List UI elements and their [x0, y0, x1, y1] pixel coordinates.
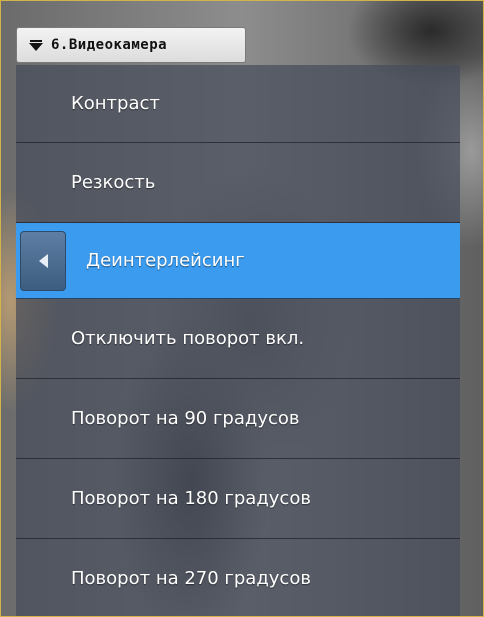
menu-item-label: Отключить поворот вкл.	[71, 328, 305, 349]
camera-view: 6.Видеокамера Контраст Резкость Деинтерл…	[0, 0, 484, 617]
menu-item-label: Резкость	[71, 172, 156, 193]
camera-selector-label: 6.Видеокамера	[51, 37, 168, 53]
menu-item-label: Контраст	[71, 93, 160, 114]
menu-item-sharpness[interactable]: Резкость	[16, 143, 460, 223]
menu-item-label: Поворот на 180 градусов	[71, 488, 311, 509]
camera-selector-button[interactable]: 6.Видеокамера	[16, 27, 246, 63]
menu-item-label: Поворот на 270 градусов	[71, 568, 311, 589]
menu-item-label: Поворот на 90 градусов	[71, 408, 300, 429]
menu-item-deinterlacing[interactable]: Деинтерлейсинг	[16, 223, 460, 299]
camera-context-menu: Контраст Резкость Деинтерлейсинг Отключи…	[16, 65, 460, 616]
menu-item-label: Деинтерлейсинг	[86, 250, 245, 271]
menu-item-rotate-90[interactable]: Поворот на 90 градусов	[16, 379, 460, 459]
menu-item-contrast[interactable]: Контраст	[16, 65, 460, 143]
chevron-left-icon	[38, 253, 48, 268]
menu-item-rotate-180[interactable]: Поворот на 180 градусов	[16, 459, 460, 539]
collapse-arrow-icon	[29, 39, 43, 51]
menu-item-disable-rotation[interactable]: Отключить поворот вкл.	[16, 299, 460, 379]
back-button[interactable]	[20, 230, 66, 291]
menu-item-rotate-270[interactable]: Поворот на 270 градусов	[16, 539, 460, 616]
